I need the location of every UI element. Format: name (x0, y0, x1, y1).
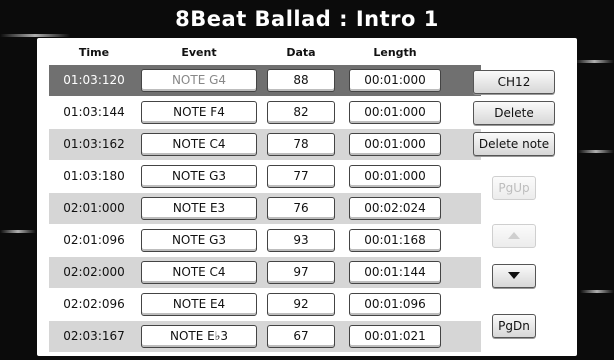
table-row[interactable]: 02:01:000 NOTE E3 76 00:02:024 (49, 193, 481, 224)
page-down-button[interactable]: PgDn (492, 314, 536, 338)
length-cell[interactable]: 00:01:000 (349, 101, 441, 124)
length-cell[interactable]: 00:01:000 (349, 133, 441, 156)
header-data: Data (286, 46, 316, 59)
background-streak (575, 60, 614, 63)
data-cell[interactable]: 77 (267, 165, 335, 188)
table-row[interactable]: 01:03:144 NOTE F4 82 00:01:000 (49, 97, 481, 128)
title-bar: 8Beat Ballad : Intro 1 (0, 0, 614, 38)
time-cell: 02:03:167 (63, 329, 125, 343)
scroll-down-button[interactable] (492, 264, 536, 288)
delete-button[interactable]: Delete (473, 101, 555, 125)
time-cell: 01:03:120 (63, 73, 125, 87)
data-cell[interactable]: 92 (267, 293, 335, 316)
table-row[interactable]: 01:03:162 NOTE C4 78 00:01:000 (49, 129, 481, 160)
event-list-panel: Time Event Data Length 01:03:120 NOTE G4 8… (37, 38, 577, 356)
triangle-down-icon (508, 272, 520, 279)
event-cell[interactable]: NOTE G3 (141, 229, 257, 252)
table-row[interactable]: 02:02:096 NOTE E4 92 00:01:096 (49, 289, 481, 320)
page-up-button[interactable]: PgUp (492, 176, 536, 200)
event-cell[interactable]: NOTE E♭3 (141, 325, 257, 348)
header-length: Length (373, 46, 417, 59)
scroll-up-button[interactable] (492, 224, 536, 248)
header-time: Time (78, 46, 110, 59)
background-streak (578, 150, 614, 153)
delete-note-button[interactable]: Delete note (473, 132, 555, 156)
event-cell[interactable]: NOTE G3 (141, 165, 257, 188)
table-row[interactable]: 02:03:167 NOTE E♭3 67 00:01:021 (49, 321, 481, 352)
time-cell: 02:02:000 (63, 265, 125, 279)
triangle-up-icon (508, 232, 520, 239)
length-cell[interactable]: 00:01:096 (349, 293, 441, 316)
length-cell[interactable]: 00:01:000 (349, 69, 441, 92)
time-cell: 01:03:162 (63, 137, 125, 151)
data-cell[interactable]: 97 (267, 261, 335, 284)
data-cell[interactable]: 67 (267, 325, 335, 348)
table-row[interactable]: 02:01:096 NOTE G3 93 00:01:168 (49, 225, 481, 256)
time-cell: 02:01:000 (63, 201, 125, 215)
event-cell[interactable]: NOTE F4 (141, 101, 257, 124)
table-row[interactable]: 01:03:120 NOTE G4 88 00:01:000 (49, 65, 481, 96)
table-row[interactable]: 02:02:000 NOTE C4 97 00:01:144 (49, 257, 481, 288)
event-cell[interactable]: NOTE G4 (141, 69, 257, 92)
event-cell[interactable]: NOTE C4 (141, 261, 257, 284)
data-cell[interactable]: 88 (267, 69, 335, 92)
time-cell: 02:02:096 (63, 297, 125, 311)
length-cell[interactable]: 00:01:021 (349, 325, 441, 348)
time-cell: 01:03:180 (63, 169, 125, 183)
event-cell[interactable]: NOTE E4 (141, 293, 257, 316)
time-cell: 01:03:144 (63, 105, 125, 119)
time-cell: 02:01:096 (63, 233, 125, 247)
event-cell[interactable]: NOTE C4 (141, 133, 257, 156)
length-cell[interactable]: 00:01:000 (349, 165, 441, 188)
table-row[interactable]: 01:03:180 NOTE G3 77 00:01:000 (49, 161, 481, 192)
background-streak (580, 290, 614, 293)
background-streak (0, 230, 36, 233)
page-title: 8Beat Ballad : Intro 1 (175, 7, 439, 31)
length-cell[interactable]: 00:01:168 (349, 229, 441, 252)
data-cell[interactable]: 78 (267, 133, 335, 156)
length-cell[interactable]: 00:02:024 (349, 197, 441, 220)
channel-button[interactable]: CH12 (473, 70, 555, 94)
data-cell[interactable]: 93 (267, 229, 335, 252)
data-cell[interactable]: 76 (267, 197, 335, 220)
event-cell[interactable]: NOTE E3 (141, 197, 257, 220)
data-cell[interactable]: 82 (267, 101, 335, 124)
header-event: Event (181, 46, 217, 59)
length-cell[interactable]: 00:01:144 (349, 261, 441, 284)
